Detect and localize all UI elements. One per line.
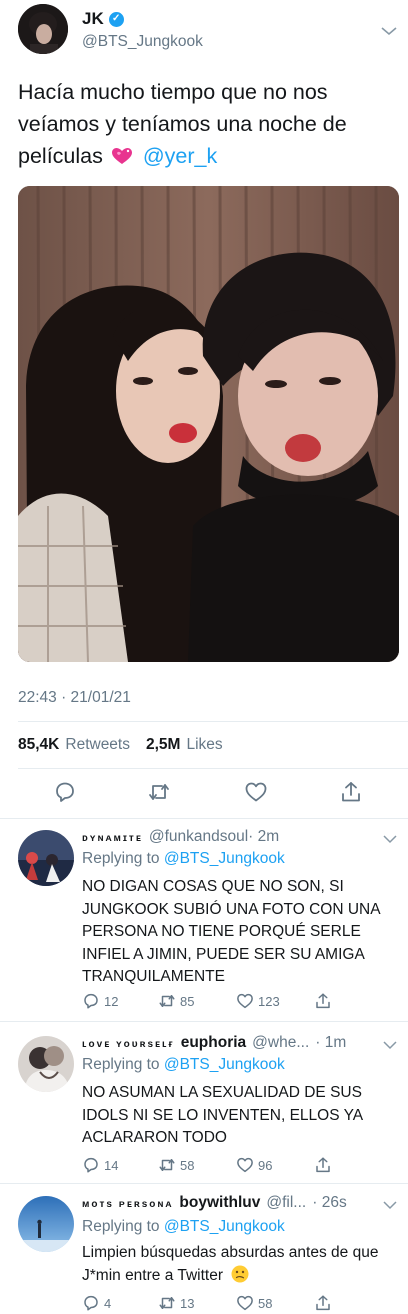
retweets-label[interactable]: Retweets <box>65 736 130 754</box>
share-button[interactable] <box>314 1294 332 1312</box>
tweet-actions <box>0 778 408 808</box>
replying-mention[interactable]: @BTS_Jungkook <box>164 1218 285 1235</box>
replying-prefix: Replying to <box>82 850 160 867</box>
replying-to: Replying to @BTS_Jungkook <box>82 850 285 868</box>
mention-link[interactable]: @yer_k <box>143 144 217 168</box>
reply-count: 4 <box>104 1295 112 1311</box>
replying-to: Replying to @BTS_Jungkook <box>82 1056 285 1074</box>
reply-icon <box>84 993 98 1009</box>
share-button[interactable] <box>314 992 332 1010</box>
retweet-icon <box>159 1159 175 1171</box>
replying-prefix: Replying to <box>82 1218 160 1235</box>
reply-display-name[interactable]: ᴅʏɴᴀᴍɪᴛᴇ <box>82 833 143 844</box>
author-name[interactable]: JK <box>82 9 104 29</box>
reply-display-name-decor[interactable]: ᴍᴏᴛs ᴘᴇʀsᴏɴᴀ <box>82 1199 173 1210</box>
replying-prefix: Replying to <box>82 1056 160 1073</box>
like-icon <box>237 993 253 1009</box>
replying-mention[interactable]: @BTS_Jungkook <box>164 850 285 867</box>
sparkling-heart-emoji <box>111 142 133 164</box>
share-icon <box>316 1157 330 1173</box>
reply-time[interactable]: · 2m <box>248 828 279 846</box>
replying-mention[interactable]: @BTS_Jungkook <box>164 1056 285 1073</box>
reply-display-name-decor[interactable]: ʟᴏᴠᴇ ʏᴏᴜʀsᴇʟғ <box>82 1039 175 1050</box>
author-handle[interactable]: @BTS_Jungkook <box>82 33 203 51</box>
retweet-icon[interactable] <box>147 780 171 804</box>
reply-icon[interactable] <box>53 780 77 804</box>
share-button[interactable] <box>314 1156 332 1174</box>
retweet-count: 85 <box>180 993 195 1009</box>
reply-actions: 4 13 58 <box>82 1294 382 1314</box>
reply-text: NO DIGAN COSAS QUE NO SON, SI JUNGKOOK S… <box>82 878 380 985</box>
tweet-stats: 85,4K Retweets 2,5M Likes <box>18 736 223 754</box>
reply-display-name[interactable]: euphoria <box>181 1034 246 1052</box>
author-avatar[interactable] <box>18 4 68 54</box>
reply-button[interactable]: 14 <box>82 1156 118 1174</box>
like-count: 96 <box>258 1157 273 1173</box>
reply-display-name[interactable]: boywithluv <box>179 1194 260 1212</box>
retweet-icon <box>159 1297 175 1309</box>
reply-tweet[interactable]: ʟᴏᴠᴇ ʏᴏᴜʀsᴇʟғ euphoria @whe... · 1m Repl… <box>0 1022 408 1184</box>
like-button[interactable]: 58 <box>236 1294 272 1312</box>
replying-to: Replying to @BTS_Jungkook <box>82 1218 285 1236</box>
like-button[interactable]: 96 <box>236 1156 272 1174</box>
chevron-down-icon[interactable] <box>382 1198 398 1210</box>
reply-button[interactable]: 12 <box>82 992 118 1010</box>
chevron-down-icon[interactable] <box>380 24 398 38</box>
retweet-button[interactable]: 85 <box>158 992 194 1010</box>
like-count: 58 <box>258 1295 273 1311</box>
reply-tweet[interactable]: ᴍᴏᴛs ᴘᴇʀsᴏɴᴀ boywithluv @fil... · 26s Re… <box>0 1184 408 1314</box>
like-icon <box>237 1157 253 1173</box>
retweet-button[interactable]: 13 <box>158 1294 194 1312</box>
like-button[interactable]: 123 <box>236 992 280 1010</box>
verified-badge-icon: ✓ <box>108 11 124 27</box>
reply-avatar[interactable] <box>18 830 74 886</box>
reply-count: 14 <box>104 1157 119 1173</box>
reply-tweet[interactable]: ᴅʏɴᴀᴍɪᴛᴇ @funkandsoul · 2m Replying to @… <box>0 818 408 1022</box>
divider <box>18 721 408 722</box>
tweet-photo[interactable] <box>18 186 399 662</box>
reply-icon <box>84 1157 98 1173</box>
reply-actions: 14 58 96 <box>82 1156 382 1178</box>
reply-icon <box>84 1295 98 1311</box>
retweets-count[interactable]: 85,4K <box>18 736 59 754</box>
tweet-timestamp[interactable]: 22:43 · 21/01/21 <box>18 689 131 707</box>
retweet-button[interactable]: 58 <box>158 1156 194 1174</box>
chevron-down-icon[interactable] <box>382 832 398 844</box>
reply-time[interactable]: · 26s <box>312 1194 346 1212</box>
avatar-image <box>18 4 68 54</box>
confused-face-emoji <box>231 1265 249 1283</box>
reply-text: NO ASUMAN LA SEXUALIDAD DE SUS IDOLS NI … <box>82 1084 363 1146</box>
reply-avatar[interactable] <box>18 1036 74 1092</box>
reply-handle[interactable]: @funkandsoul <box>149 828 248 846</box>
share-icon <box>316 1295 330 1311</box>
reply-actions: 12 85 123 <box>82 992 382 1014</box>
reply-count: 12 <box>104 993 119 1009</box>
share-icon <box>316 993 330 1009</box>
reply-text: Limpien búsquedas absurdas antes de que … <box>82 1244 379 1284</box>
likes-label[interactable]: Likes <box>186 736 222 754</box>
like-count: 123 <box>258 993 280 1009</box>
retweet-count: 58 <box>180 1157 195 1173</box>
like-icon[interactable] <box>244 780 268 804</box>
retweet-count: 13 <box>180 1295 195 1311</box>
tweet-text: Hacía mucho tiempo que no nos veíamos y … <box>18 76 390 172</box>
divider <box>18 768 408 769</box>
share-icon[interactable] <box>339 780 363 804</box>
reply-button[interactable]: 4 <box>82 1294 111 1312</box>
reply-time[interactable]: · 1m <box>315 1034 346 1052</box>
reply-handle[interactable]: @whe... <box>252 1034 309 1052</box>
like-icon <box>237 1295 253 1311</box>
likes-count[interactable]: 2,5M <box>146 736 180 754</box>
chevron-down-icon[interactable] <box>382 1038 398 1050</box>
reply-avatar[interactable] <box>18 1196 74 1252</box>
reply-handle[interactable]: @fil... <box>266 1194 306 1212</box>
reply-text-block: Limpien búsquedas absurdas antes de que … <box>82 1242 398 1287</box>
retweet-icon <box>159 995 175 1007</box>
